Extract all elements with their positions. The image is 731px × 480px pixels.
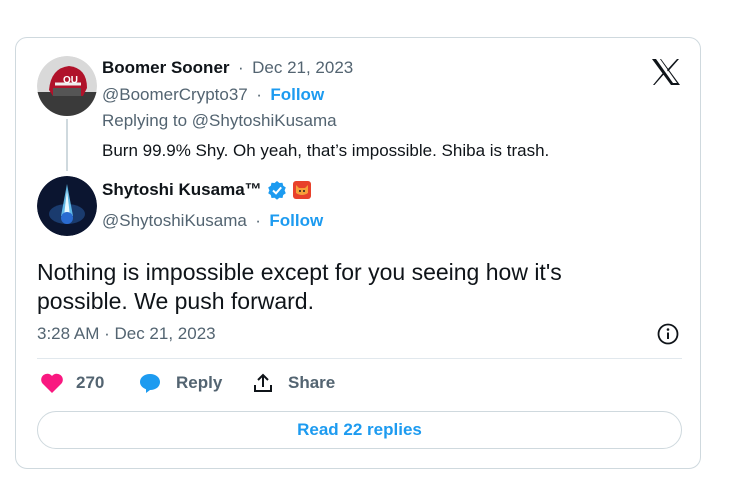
shiba-affiliate-badge-icon[interactable]	[292, 181, 311, 199]
reply-button[interactable]: Reply	[138, 372, 222, 394]
reply-date[interactable]: Dec 21, 2023	[252, 58, 353, 77]
main-author-name[interactable]: Shytoshi Kusama™	[102, 180, 262, 200]
main-header: Shytoshi Kusama™	[102, 180, 311, 200]
svg-text:OU: OU	[63, 75, 78, 86]
like-button[interactable]: 270	[40, 372, 104, 394]
read-replies-label: Read 22 replies	[297, 420, 422, 439]
reply-handle-row: @BoomerCrypto37 · Follow	[102, 85, 324, 105]
info-icon[interactable]	[657, 323, 679, 345]
reply-bubble-icon	[140, 374, 160, 393]
avatar-boomer-sooner[interactable]: OU	[37, 56, 97, 116]
heart-icon	[41, 373, 63, 393]
separator-dot: ·	[237, 58, 244, 77]
like-count: 270	[76, 373, 105, 392]
replying-to[interactable]: Replying to @ShytoshiKusama	[102, 111, 337, 131]
thread-connector-line	[66, 119, 68, 171]
separator-dot: ·	[256, 85, 262, 104]
x-logo-icon[interactable]	[650, 56, 682, 88]
reply-text: Burn 99.9% Shy. Oh yeah, that’s impossib…	[102, 141, 550, 160]
share-icon	[254, 373, 272, 392]
separator-dot: ·	[255, 211, 261, 230]
main-handle-row: @ShytoshiKusama · Follow	[102, 211, 323, 231]
reply-handle[interactable]: @BoomerCrypto37	[102, 85, 248, 104]
verified-badge-icon	[267, 180, 287, 200]
follow-button-boomer[interactable]: Follow	[270, 85, 324, 104]
read-replies-button[interactable]: Read 22 replies	[37, 411, 682, 449]
actions-divider	[37, 358, 682, 359]
share-button[interactable]: Share	[252, 372, 335, 394]
main-handle[interactable]: @ShytoshiKusama	[102, 211, 247, 230]
reply-author-name[interactable]: Boomer Sooner	[102, 58, 230, 77]
avatar-shytoshi-kusama[interactable]	[37, 176, 97, 236]
tweet-timestamp[interactable]: 3:28 AM · Dec 21, 2023	[37, 324, 216, 344]
follow-button-shytoshi[interactable]: Follow	[269, 211, 323, 230]
reply-header: Boomer Sooner · Dec 21, 2023	[102, 58, 353, 78]
share-label: Share	[288, 373, 336, 392]
embedded-tweet-card: OU Boomer Sooner · Dec 21, 2023 @BoomerC…	[15, 37, 701, 469]
main-tweet-text: Nothing is impossible except for you see…	[37, 259, 562, 314]
reply-label: Reply	[176, 373, 223, 392]
